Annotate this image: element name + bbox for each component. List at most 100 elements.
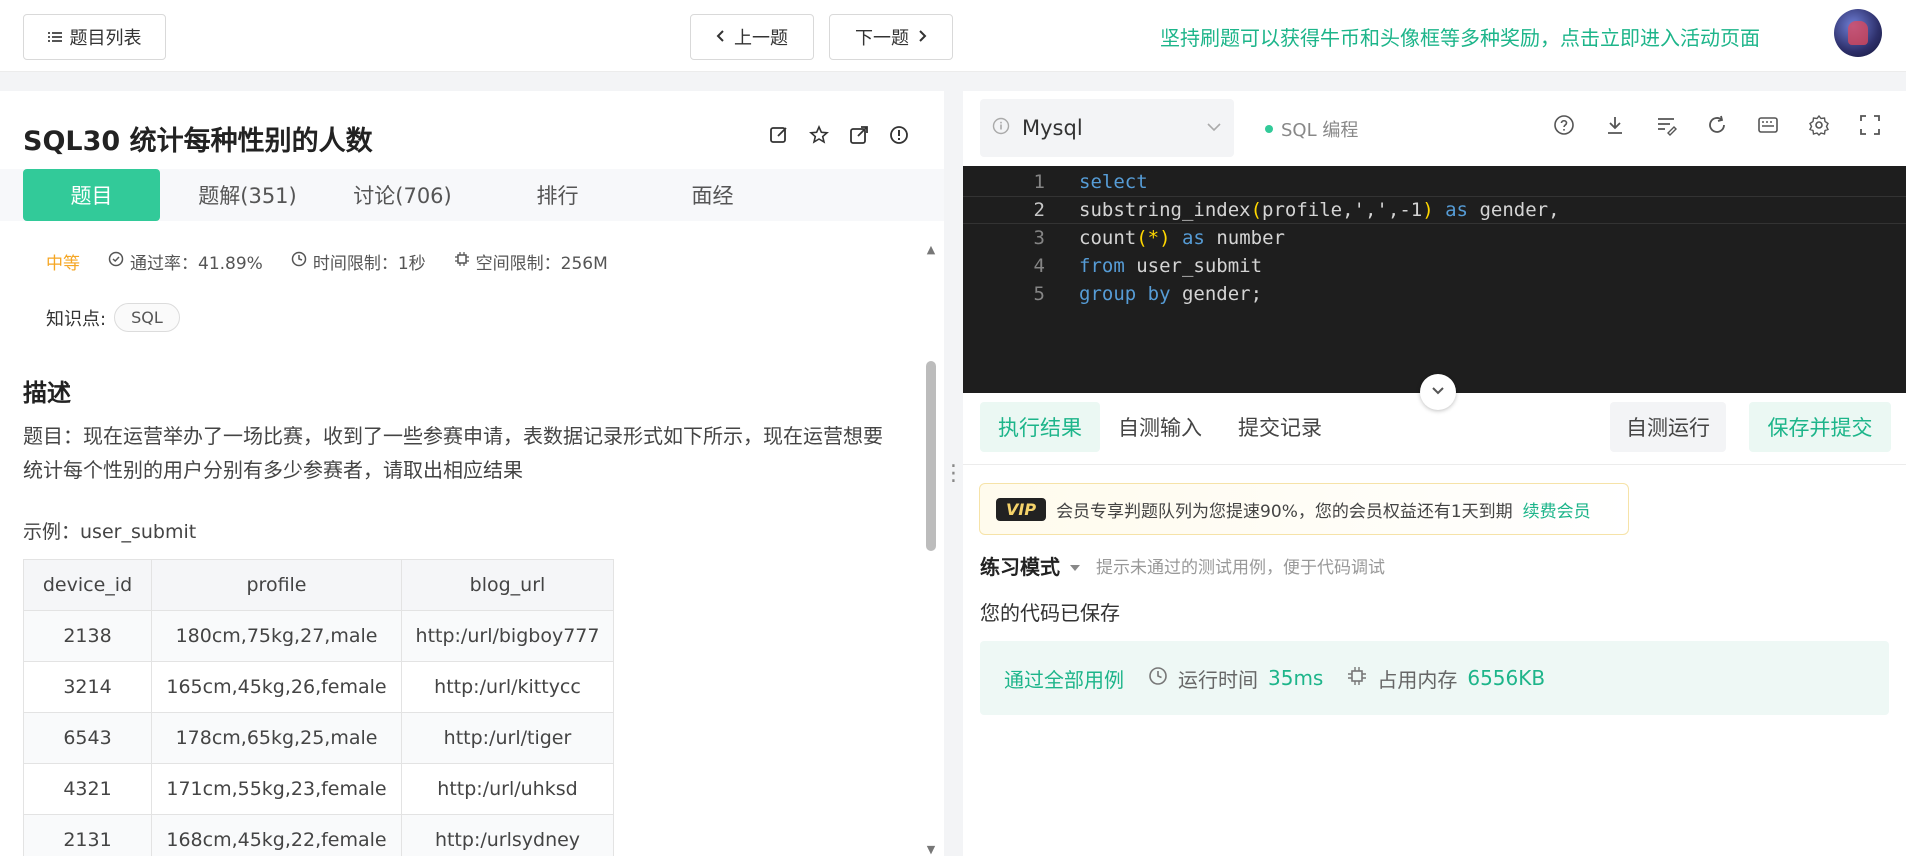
chip-icon (454, 251, 470, 272)
knowledge-label: 知识点: (46, 308, 107, 330)
table-cell: http:/url/uhksd (401, 763, 614, 815)
next-problem-label: 下一题 (855, 28, 909, 49)
editor-panel: Mysql SQL 编程 1 select 2 substring_index(… (963, 91, 1906, 856)
share-icon[interactable] (848, 124, 870, 146)
check-circle-icon (108, 251, 124, 272)
code-editor[interactable]: 1 select 2 substring_index(profile,',',-… (963, 166, 1906, 393)
table-cell: http:/urlsydney (401, 814, 614, 856)
table-cell: 6543 (23, 712, 152, 764)
line-number: 2 (1033, 199, 1045, 221)
table-row: 2138 180cm,75kg,27,male http:/url/bigboy… (23, 610, 614, 662)
table-row: 2131 168cm,45kg,22,female http:/urlsydne… (23, 814, 614, 856)
problem-title: SQL30 统计每种性别的人数 (23, 126, 373, 157)
code-text: count(*) as number (1079, 227, 1285, 249)
scrollbar-thumb[interactable] (926, 361, 936, 551)
practice-hint: 提示未通过的测试用例，便于代码调试 (1096, 558, 1385, 578)
code-line: 5 group by gender; (963, 280, 1906, 308)
time-limit: 时间限制：1秒 (312, 254, 426, 274)
self-test-run-button[interactable]: 自测运行 (1610, 402, 1726, 452)
line-number: 1 (1033, 171, 1045, 193)
difficulty-badge: 中等 (46, 254, 80, 274)
renew-vip-link[interactable]: 续费会员 (1523, 497, 1591, 522)
code-line: 4 from user_submit (963, 252, 1906, 280)
table-header: blog_url (401, 559, 614, 611)
result-tabs: 执行结果 自测输入 提交记录 (980, 402, 1340, 452)
table-cell: 2131 (23, 814, 152, 856)
tab-solutions[interactable]: 题解(351) (180, 169, 315, 221)
tab-custom-input[interactable]: 自测输入 (1100, 402, 1220, 452)
table-cell: http:/url/bigboy777 (401, 610, 614, 662)
code-text: from user_submit (1079, 255, 1263, 277)
problem-list-button[interactable]: 题目列表 (23, 14, 166, 60)
example-label: 示例：user_submit (23, 521, 197, 543)
result-summary: 通过全部用例 运行时间 35ms 占用内存 6556KB (980, 641, 1889, 715)
help-icon[interactable] (1553, 114, 1575, 136)
runtime-label: 运行时间 (1178, 667, 1258, 692)
table-cell: 178cm,65kg,25,male (151, 712, 402, 764)
edit-icon[interactable] (768, 124, 790, 146)
problem-tabs: 题目 题解(351) 讨论(706) 排行 面经 (0, 169, 944, 221)
language-value: Mysql (1022, 116, 1083, 140)
problem-scrollbar[interactable]: ▲ ▼ (924, 243, 938, 856)
knowledge-tag-sql[interactable]: SQL (114, 303, 180, 332)
tab-ranking[interactable]: 排行 (490, 169, 625, 221)
mode-dot (1265, 125, 1273, 133)
tab-interview[interactable]: 面经 (645, 169, 780, 221)
problem-meta: 中等 通过率：41.89% 时间限制：1秒 空间限制：256M (46, 249, 608, 274)
table-cell: 3214 (23, 661, 152, 713)
keyboard-icon[interactable] (1757, 114, 1779, 136)
download-icon[interactable] (1604, 114, 1626, 136)
scroll-up-arrow[interactable]: ▲ (924, 243, 938, 256)
language-select[interactable]: Mysql (980, 99, 1234, 157)
code-text: select (1079, 171, 1148, 193)
tab-discussion[interactable]: 讨论(706) (335, 169, 470, 221)
prev-problem-label: 上一题 (734, 28, 788, 49)
problem-list-label: 题目列表 (69, 28, 142, 49)
save-submit-button[interactable]: 保存并提交 (1749, 402, 1891, 452)
report-icon[interactable] (888, 124, 910, 146)
table-cell: 2138 (23, 610, 152, 662)
list-icon (47, 27, 62, 48)
chevron-down-icon (1206, 120, 1222, 136)
problem-actions (768, 124, 910, 146)
tab-problem[interactable]: 题目 (23, 169, 160, 221)
line-number: 5 (1033, 283, 1045, 305)
format-icon[interactable] (1655, 114, 1677, 136)
table-row: 3214 165cm,45kg,26,female http:/url/kitt… (23, 661, 614, 713)
table-header: profile (151, 559, 402, 611)
table-cell: http:/url/tiger (401, 712, 614, 764)
next-problem-button[interactable]: 下一题 (829, 14, 953, 60)
pass-rate: 通过率：41.89% (130, 254, 263, 274)
table-cell: 180cm,75kg,27,male (151, 610, 402, 662)
info-icon (992, 116, 1010, 140)
caret-down-icon[interactable] (1070, 554, 1080, 578)
prev-problem-button[interactable]: 上一题 (690, 14, 814, 60)
table-cell: http:/url/kittycc (401, 661, 614, 713)
chevron-left-icon (716, 27, 726, 48)
collapse-editor-button[interactable] (1420, 374, 1456, 410)
table-cell: 165cm,45kg,26,female (151, 661, 402, 713)
clock-icon (291, 251, 307, 272)
problem-description: 题目：现在运营举办了一场比赛，收到了一些参赛申请，表数据记录形式如下所示，现在运… (23, 424, 883, 482)
divider (963, 464, 1906, 465)
memory-value: 6556KB (1467, 666, 1546, 690)
panel-splitter[interactable]: ⋮ (943, 91, 965, 856)
practice-mode-dropdown[interactable]: 练习模式 (980, 551, 1060, 580)
activity-promo-link[interactable]: 坚持刷题可以获得牛币和头像框等多种奖励，点击立即进入活动页面 (1160, 22, 1760, 51)
example-table: device_id profile blog_url 2138 180cm,75… (23, 559, 614, 856)
tab-run-result[interactable]: 执行结果 (980, 402, 1100, 452)
gear-icon[interactable] (1808, 114, 1830, 136)
chevron-down-icon (1431, 384, 1445, 400)
vip-badge: VIP (996, 497, 1047, 521)
fullscreen-icon[interactable] (1859, 114, 1881, 136)
chip-icon (1347, 666, 1367, 691)
saved-status: 您的代码已保存 (980, 601, 1120, 625)
scroll-down-arrow[interactable]: ▼ (924, 843, 938, 856)
user-avatar[interactable] (1834, 9, 1882, 57)
line-number: 3 (1033, 227, 1045, 249)
tab-submission-history[interactable]: 提交记录 (1220, 402, 1340, 452)
vip-text: 会员专享判题队列为您提速90%，您的会员权益还有1天到期 (1056, 501, 1513, 522)
reset-icon[interactable] (1706, 114, 1728, 136)
table-row: 6543 178cm,65kg,25,male http:/url/tiger (23, 712, 614, 764)
star-icon[interactable] (808, 124, 830, 146)
